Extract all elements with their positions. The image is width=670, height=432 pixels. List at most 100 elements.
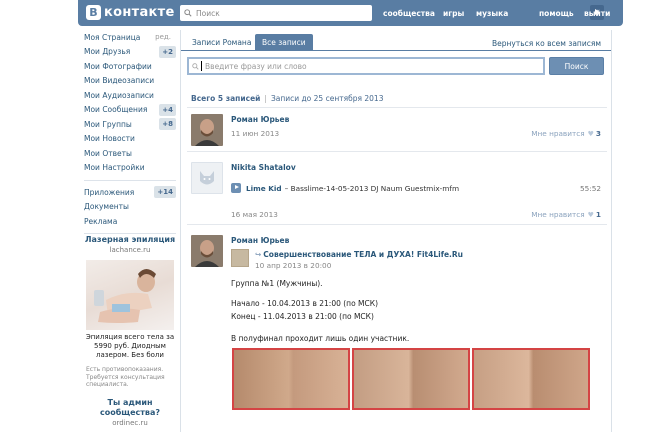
sidebar-item-label: Реклама	[84, 216, 118, 226]
audio-artist[interactable]: Lime Kid	[246, 184, 282, 193]
ad-text: Эпиляция всего тела за 5990 руб. Диодным…	[85, 333, 175, 359]
wall-search-placeholder: Введите фразу или слово	[205, 61, 307, 71]
avatar[interactable]	[191, 162, 223, 194]
ad-block-admin[interactable]: Ты админ сообщества? ordinec.ru	[84, 398, 176, 427]
search-icon	[184, 9, 192, 17]
post-photo[interactable]	[232, 348, 350, 410]
sidebar-item-documents[interactable]: Документы	[84, 200, 176, 215]
post-author[interactable]: Nikita Shatalov	[231, 163, 296, 172]
tab-roman-posts[interactable]: Записи Романа	[185, 34, 258, 51]
sidebar-item-audio[interactable]: Мои Аудиозаписи	[84, 88, 176, 103]
logo-box: В	[86, 5, 101, 20]
header-search-placeholder: Поиск	[196, 8, 220, 18]
wall-search-input[interactable]: Введите фразу или слово	[187, 57, 545, 75]
apps-badge: +14	[154, 186, 176, 198]
wall-search-button[interactable]: Поиск	[549, 57, 604, 75]
sidebar-item-messages[interactable]: Мои Сообщения +4	[84, 103, 176, 118]
wall-panel: Записи Романа Все записи Вернуться ко вс…	[180, 30, 612, 432]
ad-site: lachance.ru	[109, 246, 151, 254]
like-count: 1	[595, 210, 601, 219]
sidebar-item-label: Мои Группы	[84, 119, 132, 129]
like-button[interactable]: Мне нравится ♥ 1	[531, 210, 601, 219]
ad-title[interactable]: Лазерная эпиляция	[84, 235, 176, 245]
audio-track[interactable]: Lime Kid – Basslime-14-05-2013 DJ Naum G…	[231, 183, 601, 193]
ad-title[interactable]: Ты админ сообщества?	[84, 398, 176, 418]
post-text-line: В полуфинал проходит лишь один участник.	[231, 334, 410, 343]
groups-badge: +8	[159, 118, 176, 130]
heart-icon: ♥	[587, 129, 594, 138]
audio-title: – Basslime-14-05-2013 DJ Naum Guestmix-m…	[284, 183, 460, 193]
tab-all-posts[interactable]: Все записи	[255, 34, 313, 51]
avatar[interactable]	[191, 114, 223, 146]
nav-logout[interactable]: выйти	[584, 9, 610, 18]
post-date[interactable]: 16 мая 2013	[231, 210, 278, 219]
post-text-line: Начало - 10.04.2013 в 21:00 (по МСК)	[231, 299, 379, 308]
avatar-photo	[191, 114, 223, 146]
wall-tabs: Записи Романа Все записи Вернуться ко вс…	[181, 30, 611, 51]
ad-image[interactable]	[86, 260, 174, 330]
sidebar-item-label: Документы	[84, 202, 129, 212]
sidebar-item-videos[interactable]: Мои Видеозаписи	[84, 74, 176, 89]
sidebar-item-news[interactable]: Мои Новости	[84, 132, 176, 147]
back-to-all-posts-link[interactable]: Вернуться ко всем записям	[492, 39, 601, 48]
like-label: Мне нравится	[531, 210, 585, 219]
nav-help[interactable]: помощь	[539, 9, 574, 18]
messages-badge: +4	[159, 103, 176, 116]
sidebar-item-label: Мои Новости	[84, 134, 135, 144]
sidebar-item-label: Моя Страница	[84, 32, 141, 42]
divider	[187, 224, 607, 225]
sidebar-item-apps[interactable]: Приложения +14	[84, 185, 176, 200]
post-photo[interactable]	[472, 348, 590, 410]
sidebar-divider	[84, 232, 176, 234]
post-text-line: Группа №1 (Мужчины).	[231, 279, 323, 288]
post-author[interactable]: Роман Юрьев	[231, 236, 289, 245]
audio-duration: 55:52	[579, 183, 601, 193]
post-text-line: Конец - 11.04.2013 в 21:00 (по МСК)	[231, 312, 374, 321]
vk-logo[interactable]: В контакте	[86, 5, 175, 20]
post-author[interactable]: Роман Юрьев	[231, 115, 289, 124]
ad-block-laser[interactable]: Лазерная эпиляция lachance.ru Эпиляция в…	[84, 235, 176, 389]
sidebar-item-ads[interactable]: Реклама	[84, 214, 176, 229]
edit-link[interactable]: ред.	[155, 33, 171, 41]
sidebar-item-my-page[interactable]: Моя Страница ред.	[84, 30, 176, 45]
nav-communities[interactable]: сообщества	[383, 9, 435, 18]
ad-disclaimer: Есть противопоказания. Требуется консуль…	[86, 366, 165, 388]
post-photo[interactable]	[352, 348, 470, 410]
posts-range: Записи до 25 сентября 2013	[270, 94, 384, 103]
nav-people[interactable]: люди	[346, 9, 370, 18]
divider	[187, 107, 607, 108]
repost-source[interactable]: ↪ Совершенствование ТЕЛА и ДУХА! Fit4Life…	[255, 250, 463, 259]
repost-date[interactable]: 10 апр 2013 в 20:00	[255, 261, 331, 270]
avatar-photo	[191, 235, 223, 267]
friends-badge: +2	[159, 45, 176, 58]
left-sidebar: Моя Страница ред. Мои Друзья +2 Мои Фото…	[84, 30, 176, 238]
sidebar-item-answers[interactable]: Мои Ответы	[84, 146, 176, 161]
sidebar-item-label: Мои Видеозаписи	[84, 76, 155, 86]
logo-text: контакте	[104, 5, 175, 20]
group-avatar[interactable]	[231, 249, 249, 267]
divider	[187, 151, 607, 152]
post-date[interactable]: 11 июн 2013	[231, 129, 279, 138]
search-icon	[192, 62, 199, 70]
sidebar-item-label: Мои Ответы	[84, 148, 132, 158]
sidebar-item-label: Мои Фотографии	[84, 61, 152, 71]
like-label: Мне нравится	[531, 129, 585, 138]
text-cursor	[201, 61, 202, 71]
ad-image-figure	[94, 269, 156, 323]
play-icon[interactable]	[231, 183, 241, 193]
avatar[interactable]	[191, 235, 223, 267]
nav-music[interactable]: музыка	[476, 9, 508, 18]
ad-site: ordinec.ru	[112, 419, 148, 427]
like-button[interactable]: Мне нравится ♥ 3	[531, 129, 601, 138]
sidebar-item-friends[interactable]: Мои Друзья +2	[84, 45, 176, 60]
posts-count: Всего 5 записей	[191, 94, 261, 103]
sidebar-item-settings[interactable]: Мои Настройки	[84, 161, 176, 176]
like-count: 3	[595, 129, 601, 138]
sidebar-item-groups[interactable]: Мои Группы +8	[84, 117, 176, 132]
sidebar-item-label: Мои Друзья	[84, 47, 131, 57]
nav-games[interactable]: игры	[443, 9, 464, 18]
sidebar-item-label: Мои Сообщения	[84, 105, 148, 115]
repost-arrow-icon: ↪	[255, 250, 262, 259]
header-search-input[interactable]: Поиск	[180, 5, 372, 21]
sidebar-item-photos[interactable]: Мои Фотографии	[84, 59, 176, 74]
